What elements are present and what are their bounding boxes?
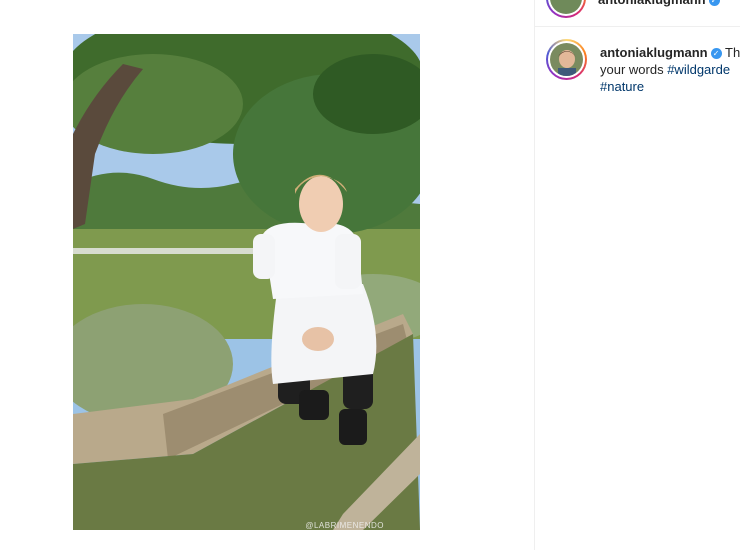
caption: antoniaklugmann ✓ Th your words #wildgard… <box>600 44 740 95</box>
header-username-text[interactable]: antoniaklugmann <box>598 0 706 7</box>
caption-avatar[interactable] <box>546 39 587 80</box>
verified-badge-icon: ✓ <box>708 0 720 6</box>
hashtag-link[interactable]: #nature <box>600 79 644 94</box>
verified-badge-icon: ✓ <box>710 48 722 59</box>
post-photo[interactable]: @LABRIMENENDO <box>73 34 420 530</box>
hashtag-link[interactable]: #wildgarde <box>667 62 730 77</box>
header-username[interactable]: antoniaklugmann✓ <box>598 0 720 7</box>
header-divider <box>535 26 740 27</box>
avatar-photo <box>550 43 583 76</box>
caption-text-start: Th <box>725 45 740 60</box>
post-photo-image <box>73 34 420 530</box>
panel-divider <box>534 0 535 550</box>
caption-username[interactable]: antoniaklugmann <box>600 45 708 60</box>
caption-line2: your words <box>600 62 668 77</box>
header-avatar[interactable] <box>546 0 586 18</box>
photo-watermark: @LABRIMENENDO <box>305 521 384 530</box>
